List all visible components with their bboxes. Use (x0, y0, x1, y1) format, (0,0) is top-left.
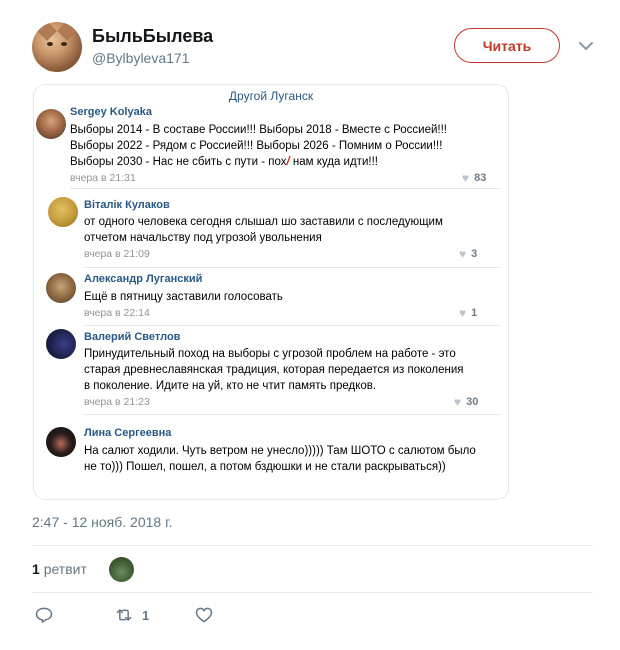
avatar (46, 427, 76, 457)
like-counter[interactable]: ♥ 1 (459, 306, 477, 320)
heart-icon: ♥ (454, 395, 462, 409)
comment-text: от одного человека сегодня слышал шо зас… (84, 216, 443, 244)
like-button[interactable] (194, 605, 214, 625)
group-title: Другой Луганск (228, 89, 314, 103)
tweet-timestamp[interactable]: 2:47 - 12 нояб. 2018 г. (32, 514, 172, 530)
heart-icon: ♥ (462, 171, 470, 185)
author-handle[interactable]: @Bylbyleva171 (92, 50, 190, 66)
comment-author: Sergey Kolyaka (70, 106, 152, 118)
retweet-count: 1 (32, 561, 40, 577)
retweet-label: ретвит (43, 561, 87, 577)
divider (32, 545, 593, 546)
retweet-button[interactable]: 1 (114, 605, 149, 625)
comment-author: Лина Сергеевна (84, 427, 172, 439)
retweeter-avatar[interactable] (109, 557, 134, 582)
heart-icon: ♥ (459, 306, 467, 320)
avatar (46, 329, 76, 359)
like-counter[interactable]: ♥ 3 (459, 247, 477, 261)
reply-icon (35, 607, 53, 623)
comment-author: Віталік Кулаков (84, 199, 170, 211)
avatar (48, 197, 78, 227)
like-counter[interactable]: ♥ 30 (454, 395, 478, 409)
comment-text: Ещё в пятницу заставили голосовать (84, 291, 283, 303)
chevron-down-icon[interactable] (578, 38, 594, 54)
avatar (46, 273, 76, 303)
like-counter[interactable]: ♥ 83 (462, 171, 486, 185)
retweet-action-count: 1 (142, 607, 150, 623)
reply-button[interactable] (34, 605, 54, 625)
comment-text: Принудительный поход на выборы с угрозой… (84, 348, 464, 392)
embedded-screenshot[interactable]: Другой Луганск Sergey Kolyaka Выборы 201… (33, 84, 509, 500)
author-display-name[interactable]: БыльБылева (92, 26, 213, 47)
like-icon (195, 607, 213, 623)
avatar (36, 109, 66, 139)
comment-date: вчера в 21:31 (70, 172, 136, 184)
comment-date: вчера в 21:23 (84, 396, 150, 408)
comment-date: вчера в 21:09 (84, 248, 150, 260)
comment-author: Валерий Светлов (84, 331, 181, 343)
follow-button[interactable]: Читать (454, 28, 560, 63)
comment-date: вчера в 22:14 (84, 307, 150, 319)
heart-icon: ♥ (459, 247, 467, 261)
divider (32, 592, 593, 593)
retweet-icon (116, 609, 132, 621)
retweet-stats[interactable]: 1 ретвит (32, 561, 87, 577)
comment-text: На салют ходили. Чуть ветром не унесло))… (84, 445, 476, 473)
comment-text: Выборы 2014 - В составе России!!! Выборы… (70, 124, 447, 168)
comment-author: Александр Луганский (84, 273, 203, 285)
author-avatar[interactable] (32, 22, 82, 72)
